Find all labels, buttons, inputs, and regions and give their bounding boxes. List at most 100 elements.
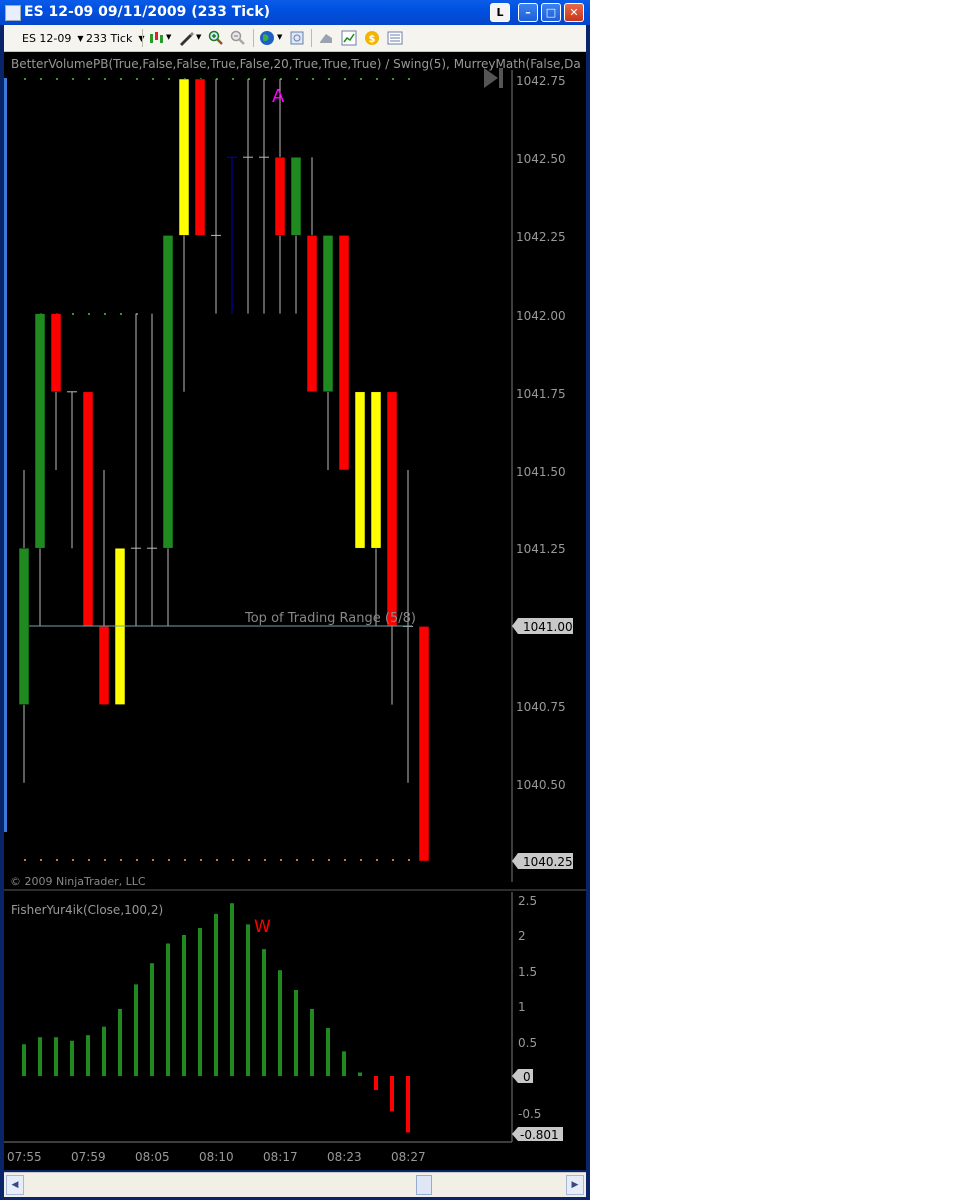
price-bars[interactable] <box>18 78 430 862</box>
draw-tool-icon[interactable] <box>178 30 194 46</box>
price-bar-body <box>386 391 398 627</box>
bar-style-icon[interactable] <box>148 30 164 46</box>
resistance-dot <box>392 78 394 80</box>
support-dot <box>120 859 122 861</box>
interval-selector[interactable]: 233 Tick ▼ <box>86 29 145 47</box>
skip-to-end-icon[interactable] <box>484 68 503 88</box>
price-bar-body <box>274 156 286 236</box>
resistance-dot <box>312 78 314 80</box>
link-button[interactable]: L <box>490 3 510 22</box>
resistance-dot <box>408 78 410 80</box>
y-tick-label: 1042.00 <box>516 309 566 323</box>
fisher-marker-label: -0.801 <box>520 1128 559 1142</box>
price-bar-body <box>50 313 62 393</box>
close-button[interactable]: ✕ <box>564 3 584 22</box>
chart-toolbar: ES 12-09 ▼ 233 Tick ▼ ▼ ▼ ▼ <box>4 25 586 52</box>
resistance-dot <box>104 78 106 80</box>
time-tick-label: 07:59 <box>71 1150 106 1164</box>
price-bar-body <box>322 235 334 393</box>
resistance-dot <box>88 78 90 80</box>
chevron-down-icon[interactable]: ▼ <box>166 33 171 41</box>
fisher-y-tick: 0.5 <box>518 1036 537 1050</box>
resistance-dot <box>152 78 154 80</box>
trading-range-label: Top of Trading Range (5/8) <box>244 611 416 626</box>
properties-icon[interactable] <box>289 30 305 46</box>
data-box-icon[interactable] <box>387 30 403 46</box>
price-bar-body <box>290 156 302 236</box>
support-dot <box>40 859 42 861</box>
resistance-dot <box>376 78 378 80</box>
price-bar-body <box>82 391 94 627</box>
price-bar-body <box>178 78 190 236</box>
support-dot <box>56 859 58 861</box>
support-dot <box>344 859 346 861</box>
price-bar-body <box>370 391 382 549</box>
app-icon <box>5 5 21 21</box>
minimize-button[interactable]: – <box>518 3 538 22</box>
support-dot <box>312 859 314 861</box>
maximize-button[interactable]: □ <box>541 3 561 22</box>
title-bar[interactable]: ES 12-09 09/11/2009 (233 Tick) L – □ ✕ <box>0 0 590 25</box>
price-bar-body <box>418 626 430 862</box>
resistance-dot <box>56 78 58 80</box>
window-title: ES 12-09 09/11/2009 (233 Tick) <box>24 4 271 20</box>
price-gridlines <box>24 78 410 861</box>
support-dot <box>184 859 186 861</box>
fisher-y-tick: -0.5 <box>518 1107 541 1121</box>
fisher-indicator-label: FisherYur4ik(Close,100,2) <box>11 903 163 917</box>
fisher-last-marker: -0.801 <box>512 1127 563 1142</box>
instrument-selector[interactable]: ES 12-09 ▼ <box>22 29 84 47</box>
resistance-dot <box>296 78 298 80</box>
resistance-dot <box>328 78 330 80</box>
scroll-left-icon[interactable]: ◀ <box>6 1175 24 1195</box>
support-dot <box>408 859 410 861</box>
y-tick-label: 1041.75 <box>516 387 566 401</box>
fisher-y-tick: 1 <box>518 1000 526 1014</box>
chart-window: ES 12-09 09/11/2009 (233 Tick) L – □ ✕ E… <box>0 0 590 1200</box>
swing-high-dot <box>120 313 122 315</box>
globe-icon[interactable] <box>259 30 275 46</box>
price-marker-label: 1040.25 <box>523 855 573 869</box>
fisher-y-tick: 1.5 <box>518 965 537 979</box>
y-tick-label: 1040.75 <box>516 700 566 714</box>
support-dot <box>392 859 394 861</box>
currency-icon[interactable]: $ <box>364 30 380 46</box>
chevron-down-icon[interactable]: ▼ <box>277 33 282 41</box>
support-dot <box>264 859 266 861</box>
y-tick-label: 1042.50 <box>516 152 566 166</box>
y-tick-label: 1041.25 <box>516 542 566 556</box>
chart-area[interactable]: BetterVolumePB(True,False,False,True,Fal… <box>4 52 586 1170</box>
chart-canvas[interactable]: BetterVolumePB(True,False,False,True,Fal… <box>4 52 586 1170</box>
price-bar-body <box>354 391 366 549</box>
chevron-down-icon[interactable]: ▼ <box>196 33 201 41</box>
zoom-out-icon[interactable] <box>230 30 246 46</box>
fisher-bars[interactable] <box>22 903 410 1133</box>
support-dot <box>216 859 218 861</box>
swing-high-dot <box>104 313 106 315</box>
time-tick-label: 08:10 <box>199 1150 234 1164</box>
toolbar-separator <box>253 29 254 47</box>
resistance-dot <box>120 78 122 80</box>
chart-trader-icon[interactable] <box>318 30 334 46</box>
annotation-w: W <box>254 917 271 937</box>
support-dot <box>328 859 330 861</box>
scroll-thumb[interactable] <box>416 1175 432 1195</box>
support-dot <box>376 859 378 861</box>
strategy-icon[interactable] <box>341 30 357 46</box>
price-marker-last: 1041.00 <box>512 618 573 634</box>
y-tick-label: 1042.25 <box>516 230 566 244</box>
resistance-dot <box>40 78 42 80</box>
price-bar-body <box>98 626 110 705</box>
swing-high-dot <box>88 313 90 315</box>
time-tick-label: 08:23 <box>327 1150 362 1164</box>
support-dot <box>200 859 202 861</box>
scroll-right-icon[interactable]: ▶ <box>566 1175 584 1195</box>
horizontal-scrollbar[interactable]: ◀ ▶ <box>4 1172 586 1197</box>
zoom-in-icon[interactable] <box>208 30 224 46</box>
support-dot <box>152 859 154 861</box>
resistance-dot <box>344 78 346 80</box>
fisher-marker-label: 0 <box>523 1070 531 1084</box>
support-dot <box>24 859 26 861</box>
toolbar-separator <box>311 29 312 47</box>
resistance-dot <box>360 78 362 80</box>
